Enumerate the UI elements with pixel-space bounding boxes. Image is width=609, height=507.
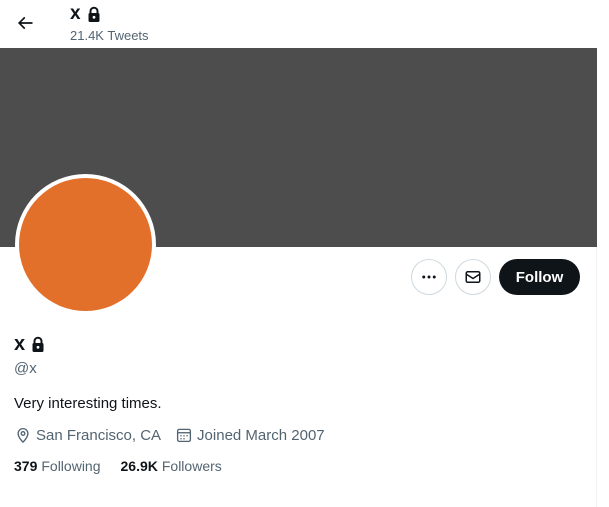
joined-text: Joined March 2007 xyxy=(197,426,325,444)
profile-meta: San Francisco, CA Joined March 2007 xyxy=(14,426,339,444)
profile-page: x 21.4K Tweets Follow x @x Very interest… xyxy=(0,0,597,507)
profile-handle: @x xyxy=(14,360,37,377)
header-title-row: x xyxy=(70,4,102,24)
header-name: x xyxy=(70,3,81,24)
joined-item: Joined March 2007 xyxy=(175,426,325,444)
lock-icon xyxy=(32,336,44,352)
more-button[interactable] xyxy=(411,259,447,295)
following-count: 379 xyxy=(14,458,38,474)
profile-bio: Very interesting times. xyxy=(14,395,162,412)
map-pin-icon xyxy=(17,428,29,444)
follow-button[interactable]: Follow xyxy=(499,259,580,295)
tweet-count: 21.4K Tweets xyxy=(70,28,149,43)
followers-count: 26.9K xyxy=(120,458,158,474)
location-text: San Francisco, CA xyxy=(36,426,162,444)
message-button[interactable] xyxy=(455,259,491,295)
location-item: San Francisco, CA xyxy=(14,426,161,444)
following-label: Following xyxy=(41,458,101,474)
avatar[interactable] xyxy=(15,174,156,315)
profile-header: x 21.4K Tweets xyxy=(0,0,597,48)
followers-link[interactable]: 26.9K Followers xyxy=(121,458,222,474)
back-button[interactable] xyxy=(8,6,42,40)
following-link[interactable]: 379 Following xyxy=(14,458,101,474)
profile-name-row: x xyxy=(14,333,46,355)
more-horizontal-icon xyxy=(422,275,436,279)
lock-icon xyxy=(88,6,100,22)
profile-stats: 379 Following 26.9K Followers xyxy=(14,458,242,474)
followers-label: Followers xyxy=(161,458,222,474)
calendar-icon xyxy=(176,428,192,443)
avatar-image xyxy=(19,178,152,311)
profile-name: x xyxy=(14,333,26,355)
envelope-icon xyxy=(465,271,481,283)
arrow-left-icon xyxy=(17,16,33,30)
